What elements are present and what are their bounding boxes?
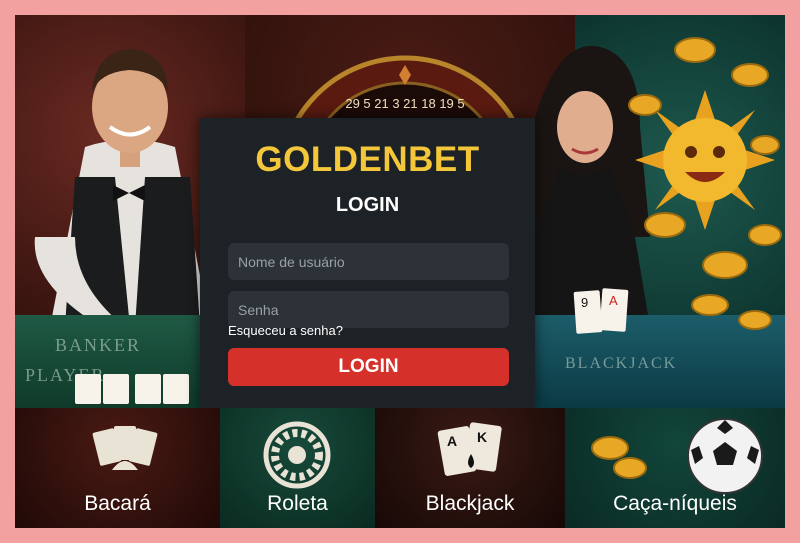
brand-logo: GOLDENBET [255,140,480,179]
login-panel: GOLDENBET LOGIN Esqueceu a senha? LOGIN [200,118,535,408]
game-tile-baccarat[interactable]: Bacará [15,408,220,528]
forgot-password-link[interactable]: Esqueceu a senha? [228,323,343,338]
roulette-icon [263,421,331,489]
game-tile-slots[interactable]: Caça-níqueis [565,408,785,528]
svg-text:9: 9 [581,295,588,310]
game-categories: Bacará Roleta A K Blackjack Caça-níqueis [15,408,785,528]
svg-text:A: A [447,433,457,449]
svg-text:K: K [477,429,487,445]
ace-king-icon: A K [437,422,502,476]
game-tile-blackjack[interactable]: A K Blackjack [375,408,565,528]
login-button[interactable]: LOGIN [228,348,509,386]
login-heading: LOGIN [335,194,400,216]
game-label-slots: Caça-níqueis [613,492,737,515]
coins-icon [591,436,647,479]
game-label-baccarat: Bacará [84,492,151,515]
soccer-ball-icon [687,418,763,494]
page-frame: 29 5 21 3 21 18 19 5 BANKER PLAYER BLACK… [15,15,785,528]
game-tile-roulette[interactable]: Roleta [220,408,375,528]
gold-coins-image [628,37,782,330]
game-label-blackjack: Blackjack [425,492,515,515]
roulette-numbers: 29 5 21 3 21 18 19 5 [345,96,464,111]
table-blackjack-text: BLACKJACK [565,355,678,372]
game-label-roulette: Roleta [267,492,328,515]
cards-icon [92,426,158,470]
table-cards-left [75,374,189,404]
table-banker-text: BANKER [55,335,142,355]
username-input[interactable] [228,243,509,280]
